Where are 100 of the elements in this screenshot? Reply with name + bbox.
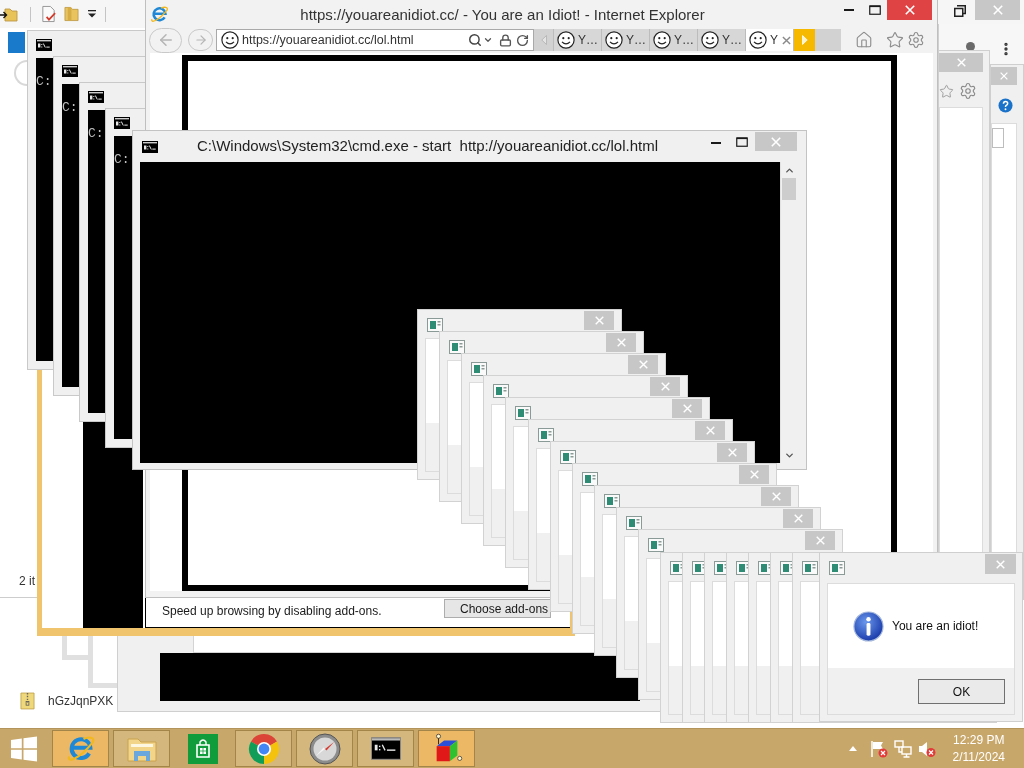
e-logo-icon <box>65 733 96 764</box>
close-icon <box>594 316 604 325</box>
close-icon <box>904 5 915 15</box>
desktop-icon[interactable]: hGzJqnPXK <box>20 691 114 710</box>
maximize-icon <box>868 5 881 15</box>
close-icon <box>660 382 670 391</box>
folder-icon[interactable] <box>64 5 79 23</box>
app-icon <box>829 561 845 575</box>
browser-tab[interactable]: Y… <box>650 29 698 51</box>
browser-tab[interactable]: Y <box>746 29 794 51</box>
windows-logo-icon <box>11 735 37 762</box>
choose-add-ons-button[interactable]: Choose add-ons <box>444 599 551 618</box>
window-title: https://youareanidiot.cc/ - You are an Idiot! - Internet Explorer <box>299 6 706 24</box>
close-button[interactable] <box>628 355 658 374</box>
restore-icon <box>954 4 966 17</box>
caret-icon[interactable] <box>87 9 97 19</box>
close-icon <box>992 5 1003 15</box>
close-button[interactable] <box>695 421 725 440</box>
close-button[interactable] <box>761 487 791 506</box>
close-button[interactable] <box>739 465 769 484</box>
address-field[interactable]: https://youareanidiot.cc/lol.html <box>216 29 534 51</box>
close-icon <box>638 360 648 369</box>
close-button[interactable] <box>985 554 1016 574</box>
close-button[interactable] <box>672 399 702 418</box>
terminal-icon <box>62 65 78 77</box>
caret-icon[interactable] <box>483 35 493 45</box>
window-title: C:\Windows\System32\cmd.exe - start http://youareanidiot.cc/lol.html <box>197 137 658 155</box>
close-button[interactable] <box>650 377 680 396</box>
ok-button[interactable]: OK <box>918 679 1005 704</box>
settings-icon[interactable] <box>959 82 977 100</box>
star-icon[interactable] <box>939 83 954 99</box>
browser-tab[interactable]: Y… <box>602 29 650 51</box>
close-icon <box>1000 72 1008 80</box>
close-icon <box>682 404 692 413</box>
terminal-icon <box>88 91 104 103</box>
restore-button[interactable] <box>953 4 967 17</box>
close-button[interactable] <box>606 333 636 352</box>
tab-scroll-right-button[interactable] <box>794 29 815 51</box>
search-icon[interactable] <box>468 33 482 47</box>
status-text: 2 it <box>19 574 35 588</box>
flag-icon[interactable] <box>869 739 888 758</box>
close-icon <box>771 492 781 501</box>
smiley-icon <box>749 31 767 49</box>
document-check-icon[interactable] <box>40 5 57 23</box>
close-icon <box>771 136 781 147</box>
close-tab-icon[interactable] <box>782 35 791 45</box>
message-text: You are an idiot! <box>892 619 979 633</box>
terminal-icon <box>114 117 130 129</box>
close-icon <box>616 338 626 347</box>
close-icon <box>705 426 715 435</box>
browser-logo-icon <box>247 732 280 765</box>
terminal-icon <box>370 737 401 760</box>
zip-folder-icon <box>20 691 35 710</box>
taskbar-button[interactable] <box>357 730 414 767</box>
prompt-text: C: <box>62 100 78 115</box>
close-button[interactable] <box>584 311 614 330</box>
smiley-icon <box>653 31 671 49</box>
tab-scroll-left-button[interactable] <box>534 29 554 51</box>
close-icon <box>996 559 1005 569</box>
help-icon[interactable] <box>998 98 1013 113</box>
refresh-icon[interactable] <box>516 33 529 47</box>
input-field[interactable] <box>992 128 1004 148</box>
smiley-icon <box>221 31 239 49</box>
compass-icon <box>308 732 341 765</box>
notification-text: Speed up browsing by disabling add-ons. <box>162 604 382 618</box>
browser-tab[interactable]: Y… <box>698 29 746 51</box>
info-icon <box>853 610 884 642</box>
arrow-right-icon <box>193 33 208 47</box>
prompt-text: C: <box>88 126 104 141</box>
triangle-right-icon <box>801 35 808 45</box>
close-icon <box>749 470 759 479</box>
prompt-text: C: <box>36 74 52 89</box>
maximize-icon <box>736 137 748 147</box>
close-button[interactable] <box>991 67 1017 85</box>
home-icon[interactable] <box>855 31 873 49</box>
smiley-icon <box>701 31 719 49</box>
settings-icon[interactable] <box>907 31 925 49</box>
lock-icon[interactable] <box>499 33 512 47</box>
close-icon <box>793 514 803 523</box>
terminal-icon <box>142 141 158 153</box>
browser-tab[interactable]: Y… <box>554 29 602 51</box>
close-button[interactable] <box>975 0 1020 20</box>
close-button[interactable] <box>717 443 747 462</box>
shopping-bag-icon <box>187 733 218 764</box>
smiley-icon <box>605 31 623 49</box>
star-icon[interactable] <box>886 31 904 49</box>
folder-arrow-icon[interactable] <box>0 5 18 23</box>
minimize-icon <box>844 9 854 11</box>
prompt-text: C: <box>114 152 130 167</box>
close-button[interactable] <box>805 531 835 550</box>
close-icon <box>956 58 966 67</box>
speaker-icon[interactable] <box>917 739 936 758</box>
minimize-icon <box>711 142 721 144</box>
close-button[interactable] <box>783 509 813 528</box>
network-icon[interactable] <box>893 739 912 758</box>
smiley-icon <box>557 31 575 49</box>
scrollbar-thumb[interactable] <box>782 178 796 200</box>
caret-up-icon <box>848 746 857 751</box>
e-logo-icon <box>150 5 169 24</box>
close-icon <box>815 536 825 545</box>
